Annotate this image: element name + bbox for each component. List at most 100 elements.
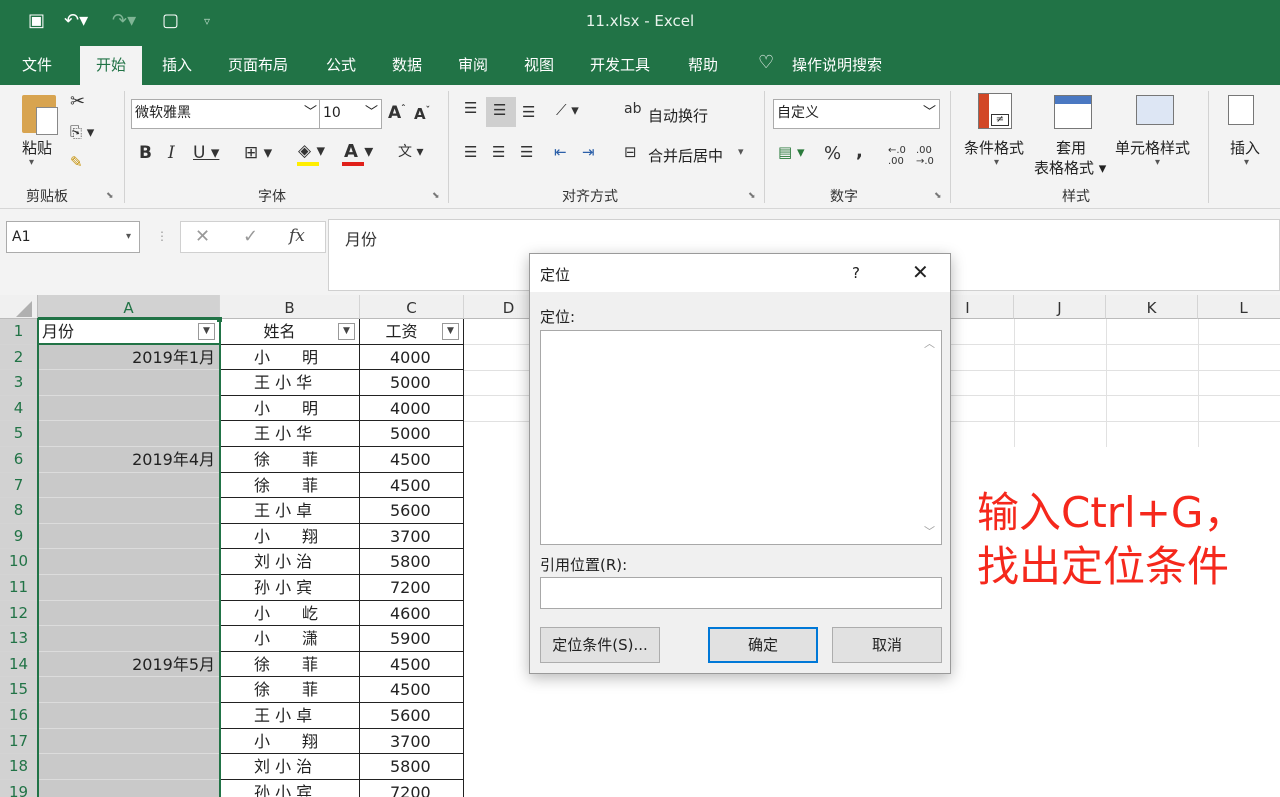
cell-styles-icon[interactable] bbox=[1136, 95, 1174, 125]
month-cell[interactable] bbox=[38, 703, 220, 729]
paste-icon[interactable] bbox=[22, 95, 58, 135]
name-cell[interactable]: 王 小 华 bbox=[220, 370, 360, 396]
fill-color-icon[interactable]: ◈ ▾ bbox=[298, 141, 325, 161]
insert-button[interactable]: 插入 bbox=[1230, 137, 1260, 158]
chevron-down-icon[interactable]: ﹀ bbox=[924, 523, 935, 539]
month-cell[interactable] bbox=[38, 421, 220, 447]
underline-icon[interactable]: U ▾ bbox=[193, 143, 219, 163]
name-cell[interactable]: 孙 小 宾 bbox=[220, 575, 360, 601]
month-cell[interactable] bbox=[38, 754, 220, 780]
month-cell[interactable] bbox=[38, 395, 220, 422]
name-cell[interactable]: 小 翔 bbox=[220, 523, 360, 550]
name-cell[interactable]: 小 明 bbox=[220, 344, 360, 371]
filter-dropdown-icon[interactable]: ▼ bbox=[338, 323, 355, 340]
tab-file[interactable]: 文件 bbox=[22, 54, 52, 75]
salary-cell[interactable]: 5900 bbox=[360, 626, 464, 652]
cancel-icon[interactable]: ✕ bbox=[195, 226, 210, 247]
accounting-format-icon[interactable]: ▤ ▾ bbox=[778, 143, 804, 161]
month-cell[interactable] bbox=[38, 575, 220, 601]
salary-cell[interactable]: 4500 bbox=[360, 651, 464, 678]
name-cell[interactable]: 徐 菲 bbox=[220, 677, 360, 703]
salary-cell[interactable]: 3700 bbox=[360, 728, 464, 755]
salary-cell[interactable]: 7200 bbox=[360, 575, 464, 601]
column-header-c[interactable]: C bbox=[360, 295, 464, 319]
font-name-box[interactable]: 微软雅黑 ﹀ bbox=[131, 99, 321, 129]
name-cell[interactable]: 徐 菲 bbox=[220, 651, 360, 678]
row-header[interactable]: 5 bbox=[0, 421, 38, 447]
font-color-icon[interactable]: A ▾ bbox=[344, 141, 373, 162]
insert-dropdown-icon[interactable]: ▾ bbox=[1244, 157, 1249, 168]
font-size-box[interactable]: 10 ﹀ bbox=[319, 99, 382, 129]
salary-cell[interactable]: 7200 bbox=[360, 779, 464, 797]
cell-styles-dropdown-icon[interactable]: ▾ bbox=[1155, 157, 1160, 168]
italic-icon[interactable]: I bbox=[168, 143, 175, 163]
column-header-l[interactable]: L bbox=[1198, 295, 1280, 319]
increase-font-icon[interactable]: Aˆ bbox=[388, 103, 406, 123]
clipboard-launcher-icon[interactable]: ⬊ bbox=[106, 191, 114, 201]
salary-cell[interactable]: 4000 bbox=[360, 344, 464, 371]
percent-icon[interactable]: % bbox=[824, 143, 841, 164]
conditional-dropdown-icon[interactable]: ▾ bbox=[994, 157, 999, 168]
align-bottom-icon[interactable]: ☰ bbox=[522, 103, 535, 121]
conditional-formatting-button[interactable]: 条件格式 bbox=[964, 137, 1024, 158]
format-as-table-line2[interactable]: 表格格式 ▾ bbox=[1034, 157, 1106, 178]
align-center-icon[interactable]: ☰ bbox=[492, 143, 505, 161]
font-launcher-icon[interactable]: ⬊ bbox=[432, 191, 440, 201]
phonetic-icon[interactable]: 文 ▾ bbox=[398, 141, 423, 161]
name-cell[interactable]: 徐 菲 bbox=[220, 447, 360, 473]
format-painter-icon[interactable]: ✎ bbox=[70, 153, 83, 171]
tab-page-layout[interactable]: 页面布局 bbox=[228, 54, 288, 75]
row-header[interactable]: 13 bbox=[0, 626, 38, 652]
name-cell[interactable]: 小 屹 bbox=[220, 600, 360, 627]
reference-input[interactable] bbox=[540, 577, 942, 609]
goto-list[interactable]: ︿ ﹀ bbox=[540, 330, 942, 545]
month-cell[interactable] bbox=[38, 549, 220, 575]
tab-help[interactable]: 帮助 bbox=[688, 54, 718, 75]
salary-cell[interactable]: 4600 bbox=[360, 600, 464, 627]
salary-cell[interactable]: 4000 bbox=[360, 395, 464, 422]
column-header-a[interactable]: A bbox=[38, 295, 220, 319]
salary-cell[interactable]: 5800 bbox=[360, 549, 464, 575]
filter-dropdown-icon[interactable]: ▼ bbox=[442, 323, 459, 340]
salary-cell[interactable]: 4500 bbox=[360, 447, 464, 473]
special-button[interactable]: 定位条件(S)... bbox=[540, 627, 660, 663]
tell-me-search[interactable]: 操作说明搜索 bbox=[792, 54, 882, 75]
tab-developer[interactable]: 开发工具 bbox=[590, 54, 650, 75]
month-cell[interactable] bbox=[38, 370, 220, 396]
month-cell[interactable]: 2019年4月 bbox=[38, 447, 220, 473]
enter-icon[interactable]: ✓ bbox=[243, 226, 258, 247]
tab-home[interactable]: 开始 bbox=[80, 46, 143, 85]
close-icon[interactable]: ✕ bbox=[912, 260, 929, 284]
align-middle-selected[interactable]: ☰ bbox=[486, 97, 516, 127]
insert-function-icon[interactable]: fx bbox=[289, 226, 305, 246]
conditional-formatting-icon[interactable]: ≠ bbox=[978, 93, 1012, 129]
row-header[interactable]: 10 bbox=[0, 549, 38, 575]
row-header[interactable]: 2 bbox=[0, 344, 38, 371]
ok-button[interactable]: 确定 bbox=[708, 627, 818, 663]
increase-decimal-icon[interactable]: ←.0.00 bbox=[888, 145, 906, 167]
border-icon[interactable]: ⊞ ▾ bbox=[244, 143, 272, 163]
month-cell[interactable] bbox=[38, 626, 220, 652]
align-left-icon[interactable]: ☰ bbox=[464, 143, 477, 161]
name-cell[interactable]: 小 翔 bbox=[220, 728, 360, 755]
merge-dropdown-icon[interactable]: ▾ bbox=[738, 145, 744, 158]
name-cell[interactable]: 小 潇 bbox=[220, 626, 360, 652]
row-header[interactable]: 11 bbox=[0, 575, 38, 601]
row-header[interactable]: 17 bbox=[0, 728, 38, 755]
salary-cell[interactable]: 5600 bbox=[360, 703, 464, 729]
salary-cell[interactable]: 4500 bbox=[360, 677, 464, 703]
select-all-corner[interactable] bbox=[0, 295, 38, 319]
month-cell[interactable] bbox=[38, 677, 220, 703]
row-header[interactable]: 8 bbox=[0, 498, 38, 524]
month-cell[interactable] bbox=[38, 728, 220, 755]
tab-review[interactable]: 审阅 bbox=[458, 54, 488, 75]
comma-icon[interactable]: , bbox=[856, 141, 863, 162]
alignment-launcher-icon[interactable]: ⬊ bbox=[748, 191, 756, 201]
name-box[interactable]: A1 ▾ bbox=[6, 221, 140, 253]
wrap-text-button[interactable]: 自动换行 bbox=[648, 105, 708, 126]
name-cell[interactable]: 王 小 卓 bbox=[220, 498, 360, 524]
month-cell[interactable] bbox=[38, 523, 220, 550]
name-cell[interactable]: 王 小 华 bbox=[220, 421, 360, 447]
cut-icon[interactable]: ✂ bbox=[70, 91, 85, 112]
month-cell[interactable] bbox=[38, 600, 220, 627]
